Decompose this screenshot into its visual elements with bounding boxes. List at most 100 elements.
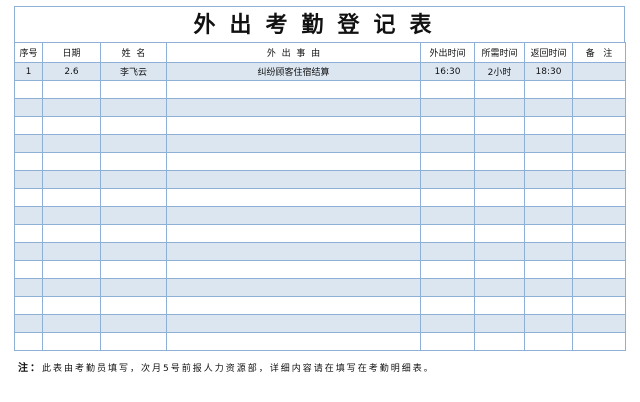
cell-duration[interactable] (474, 206, 525, 225)
cell-name[interactable] (100, 80, 167, 99)
cell-out-time[interactable] (420, 242, 475, 261)
cell-reason[interactable] (166, 152, 421, 171)
cell-out-time[interactable] (420, 314, 475, 333)
cell-duration[interactable] (474, 314, 525, 333)
cell-index[interactable] (14, 278, 43, 297)
cell-out-time[interactable] (420, 170, 475, 189)
cell-duration[interactable] (474, 152, 525, 171)
cell-return-time[interactable] (524, 242, 573, 261)
cell-index[interactable] (14, 152, 43, 171)
cell-duration[interactable] (474, 134, 525, 153)
cell-return-time[interactable] (524, 224, 573, 243)
cell-return-time[interactable] (524, 152, 573, 171)
cell-name[interactable] (100, 170, 167, 189)
cell-remark[interactable] (572, 170, 626, 189)
cell-index[interactable] (14, 170, 43, 189)
cell-duration[interactable] (474, 332, 525, 351)
cell-index[interactable] (14, 260, 43, 279)
cell-name[interactable] (100, 278, 167, 297)
cell-return-time[interactable] (524, 188, 573, 207)
cell-duration[interactable] (474, 116, 525, 135)
cell-return-time[interactable] (524, 332, 573, 351)
cell-reason[interactable] (166, 206, 421, 225)
cell-remark[interactable] (572, 278, 626, 297)
cell-date[interactable] (42, 170, 101, 189)
cell-return-time[interactable] (524, 80, 573, 99)
cell-index[interactable] (14, 134, 43, 153)
cell-duration[interactable] (474, 224, 525, 243)
cell-name[interactable] (100, 116, 167, 135)
cell-date[interactable] (42, 116, 101, 135)
cell-duration[interactable] (474, 170, 525, 189)
cell-date[interactable] (42, 224, 101, 243)
cell-date[interactable] (42, 206, 101, 225)
cell-reason[interactable] (166, 80, 421, 99)
cell-out-time[interactable] (420, 134, 475, 153)
cell-name[interactable] (100, 242, 167, 261)
cell-remark[interactable] (572, 260, 626, 279)
cell-out-time[interactable] (420, 116, 475, 135)
cell-name[interactable] (100, 260, 167, 279)
cell-remark[interactable] (572, 134, 626, 153)
cell-out-time[interactable] (420, 80, 475, 99)
cell-remark[interactable] (572, 152, 626, 171)
cell-remark[interactable] (572, 98, 626, 117)
cell-return-time[interactable] (524, 170, 573, 189)
cell-return-time[interactable] (524, 116, 573, 135)
cell-date[interactable] (42, 242, 101, 261)
cell-index[interactable] (14, 116, 43, 135)
cell-index[interactable] (14, 332, 43, 351)
cell-name[interactable] (100, 296, 167, 315)
cell-date[interactable] (42, 134, 101, 153)
cell-remark[interactable] (572, 116, 626, 135)
cell-name[interactable]: 李飞云 (100, 62, 167, 81)
cell-index[interactable] (14, 242, 43, 261)
cell-name[interactable] (100, 188, 167, 207)
cell-date[interactable] (42, 80, 101, 99)
cell-return-time[interactable] (524, 134, 573, 153)
cell-out-time[interactable]: 16:30 (420, 62, 475, 81)
cell-name[interactable] (100, 332, 167, 351)
cell-reason[interactable] (166, 116, 421, 135)
cell-duration[interactable] (474, 296, 525, 315)
cell-duration[interactable] (474, 260, 525, 279)
cell-reason[interactable] (166, 314, 421, 333)
cell-out-time[interactable] (420, 152, 475, 171)
cell-remark[interactable] (572, 62, 626, 81)
cell-date[interactable] (42, 98, 101, 117)
cell-name[interactable] (100, 206, 167, 225)
cell-name[interactable] (100, 152, 167, 171)
cell-reason[interactable] (166, 188, 421, 207)
cell-out-time[interactable] (420, 98, 475, 117)
cell-remark[interactable] (572, 314, 626, 333)
cell-return-time[interactable] (524, 278, 573, 297)
cell-date[interactable] (42, 152, 101, 171)
cell-duration[interactable] (474, 188, 525, 207)
cell-date[interactable] (42, 296, 101, 315)
cell-index[interactable] (14, 98, 43, 117)
cell-date[interactable] (42, 260, 101, 279)
cell-reason[interactable] (166, 332, 421, 351)
cell-date[interactable]: 2.6 (42, 62, 101, 81)
cell-return-time[interactable] (524, 314, 573, 333)
cell-reason[interactable] (166, 98, 421, 117)
cell-remark[interactable] (572, 224, 626, 243)
cell-reason[interactable] (166, 134, 421, 153)
cell-index[interactable] (14, 206, 43, 225)
cell-out-time[interactable] (420, 224, 475, 243)
cell-return-time[interactable]: 18:30 (524, 62, 573, 81)
cell-name[interactable] (100, 98, 167, 117)
cell-index[interactable] (14, 80, 43, 99)
cell-duration[interactable] (474, 80, 525, 99)
cell-reason[interactable] (166, 170, 421, 189)
cell-return-time[interactable] (524, 98, 573, 117)
cell-reason[interactable]: 纠纷顾客住宿结算 (166, 62, 421, 81)
cell-remark[interactable] (572, 332, 626, 351)
cell-date[interactable] (42, 332, 101, 351)
cell-return-time[interactable] (524, 206, 573, 225)
cell-date[interactable] (42, 314, 101, 333)
cell-reason[interactable] (166, 224, 421, 243)
cell-duration[interactable] (474, 98, 525, 117)
cell-name[interactable] (100, 314, 167, 333)
cell-out-time[interactable] (420, 260, 475, 279)
